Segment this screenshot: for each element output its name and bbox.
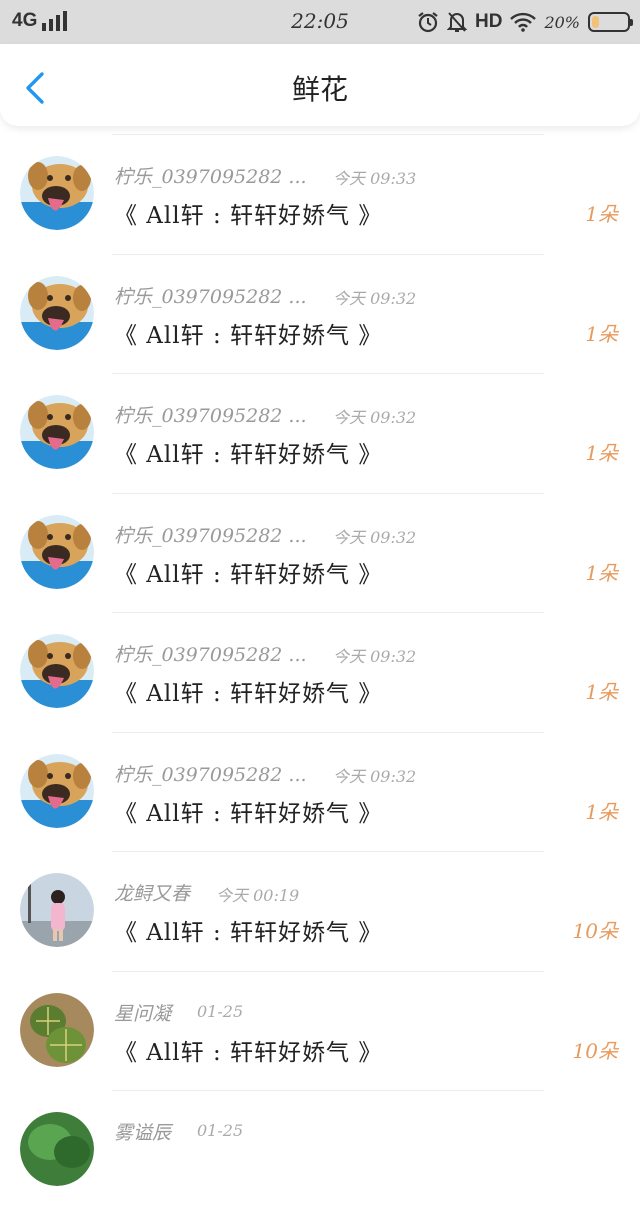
record-time: 今天 09:32 bbox=[333, 647, 417, 666]
row-divider bbox=[112, 851, 544, 852]
sender-name[interactable]: 柠乐_0397095282 ... bbox=[114, 282, 307, 309]
record-time: 01-25 bbox=[197, 1121, 244, 1140]
list-item[interactable]: 柠乐_0397095282 ... 今天 09:32 《 All轩 : 轩轩好娇气 … bbox=[0, 373, 640, 493]
list-item[interactable]: 柠乐_0397095282 ... 今天 09:32 《 All轩 : 轩轩好娇气 … bbox=[0, 731, 640, 852]
flower-count: 1朵 bbox=[585, 680, 618, 704]
battery-icon bbox=[588, 12, 633, 32]
battery-fill bbox=[592, 16, 599, 28]
avatar[interactable] bbox=[20, 395, 94, 469]
flower-count: 1朵 bbox=[585, 202, 618, 226]
flower-count: 10朵 bbox=[572, 919, 618, 943]
row-divider bbox=[112, 253, 544, 255]
list-item[interactable]: 星问凝 01-25 《 All轩 : 轩轩好娇气 》 10朵 bbox=[0, 970, 640, 1091]
sender-name[interactable]: 柠乐_0397095282 ... bbox=[114, 640, 307, 667]
avatar[interactable] bbox=[20, 156, 94, 230]
row-divider bbox=[112, 612, 544, 613]
flower-count: 10朵 bbox=[572, 1038, 618, 1063]
flower-count: 1朵 bbox=[585, 799, 618, 824]
avatar[interactable] bbox=[20, 634, 94, 708]
row-divider bbox=[112, 970, 544, 972]
nav-bar: 鲜花 bbox=[0, 44, 640, 126]
avatar[interactable] bbox=[20, 1112, 94, 1186]
row-divider bbox=[112, 373, 544, 374]
record-message: 《 All轩 : 轩轩好娇气 》 bbox=[114, 1039, 383, 1066]
list-item[interactable]: 雾谥辰 01-25 bbox=[0, 1090, 640, 1210]
sender-name[interactable]: 星问凝 bbox=[114, 999, 171, 1026]
record-time: 今天 09:32 bbox=[333, 766, 417, 786]
record-time: 今天 09:32 bbox=[333, 288, 417, 308]
sender-name[interactable]: 柠乐_0397095282 ... bbox=[114, 760, 307, 787]
record-message: 《 All轩 : 轩轩好娇气 》 bbox=[114, 203, 383, 229]
record-message: 《 All轩 : 轩轩好娇气 》 bbox=[114, 681, 383, 707]
list-item[interactable]: 龙鲟又春 今天 00:19 《 All轩 : 轩轩好娇气 》 10朵 bbox=[0, 851, 640, 971]
sender-name[interactable]: 柠乐_0397095282 ... bbox=[114, 162, 307, 189]
record-time: 今天 00:19 bbox=[216, 886, 300, 905]
battery-percent: 20% bbox=[544, 12, 580, 32]
record-message: 《 All轩 : 轩轩好娇气 》 bbox=[114, 442, 383, 468]
page-title: 鲜花 bbox=[291, 73, 348, 106]
list-item[interactable]: 柠乐_0397095282 ... 今天 09:32 《 All轩 : 轩轩好娇气 … bbox=[0, 253, 640, 374]
wifi-icon bbox=[510, 12, 537, 32]
mute-bell-icon bbox=[446, 12, 467, 32]
alarm-icon bbox=[418, 12, 438, 33]
row-divider bbox=[112, 731, 544, 733]
record-message: 《 All轩 : 轩轩好娇气 》 bbox=[114, 800, 383, 827]
record-time: 今天 09:32 bbox=[333, 527, 417, 547]
sender-name[interactable]: 柠乐_0397095282 ... bbox=[114, 401, 307, 428]
record-time: 今天 09:32 bbox=[333, 408, 417, 427]
record-message: 《 All轩 : 轩轩好娇气 》 bbox=[114, 322, 383, 349]
avatar[interactable] bbox=[20, 514, 94, 589]
list-item[interactable]: 柠乐_0397095282 ... 今天 09:33 《 All轩 : 轩轩好娇气 … bbox=[0, 134, 640, 254]
sender-name[interactable]: 柠乐_0397095282 ... bbox=[114, 521, 307, 548]
row-divider bbox=[112, 1090, 544, 1091]
row-divider bbox=[112, 492, 544, 494]
record-time: 01-25 bbox=[197, 1001, 244, 1021]
sender-name[interactable]: 雾谥辰 bbox=[114, 1118, 171, 1145]
hd-indicator: HD bbox=[474, 11, 503, 32]
avatar[interactable] bbox=[20, 873, 94, 947]
record-message: 《 All轩 : 轩轩好娇气 》 bbox=[114, 561, 383, 588]
list-item[interactable]: 柠乐_0397095282 ... 今天 09:32 《 All轩 : 轩轩好娇气 … bbox=[0, 612, 640, 732]
flower-record-list: 柠乐_0397095282 ... 今天 09:33 《 All轩 : 轩轩好娇气 … bbox=[0, 134, 640, 1210]
avatar[interactable] bbox=[20, 275, 94, 350]
sender-name[interactable]: 龙鲟又春 bbox=[114, 879, 190, 906]
avatar[interactable] bbox=[20, 753, 94, 828]
record-message: 《 All轩 : 轩轩好娇气 》 bbox=[114, 920, 383, 946]
avatar[interactable] bbox=[20, 992, 94, 1067]
flower-count: 1朵 bbox=[585, 321, 618, 346]
status-bar: 4G 22:05 HD 20% bbox=[0, 0, 640, 44]
status-icons: HD 20% bbox=[417, 8, 633, 36]
row-divider bbox=[112, 134, 544, 135]
flower-count: 1朵 bbox=[585, 560, 618, 585]
flower-count: 1朵 bbox=[585, 441, 618, 465]
record-time: 今天 09:33 bbox=[333, 169, 417, 188]
list-item[interactable]: 柠乐_0397095282 ... 今天 09:32 《 All轩 : 轩轩好娇气 … bbox=[0, 492, 640, 613]
